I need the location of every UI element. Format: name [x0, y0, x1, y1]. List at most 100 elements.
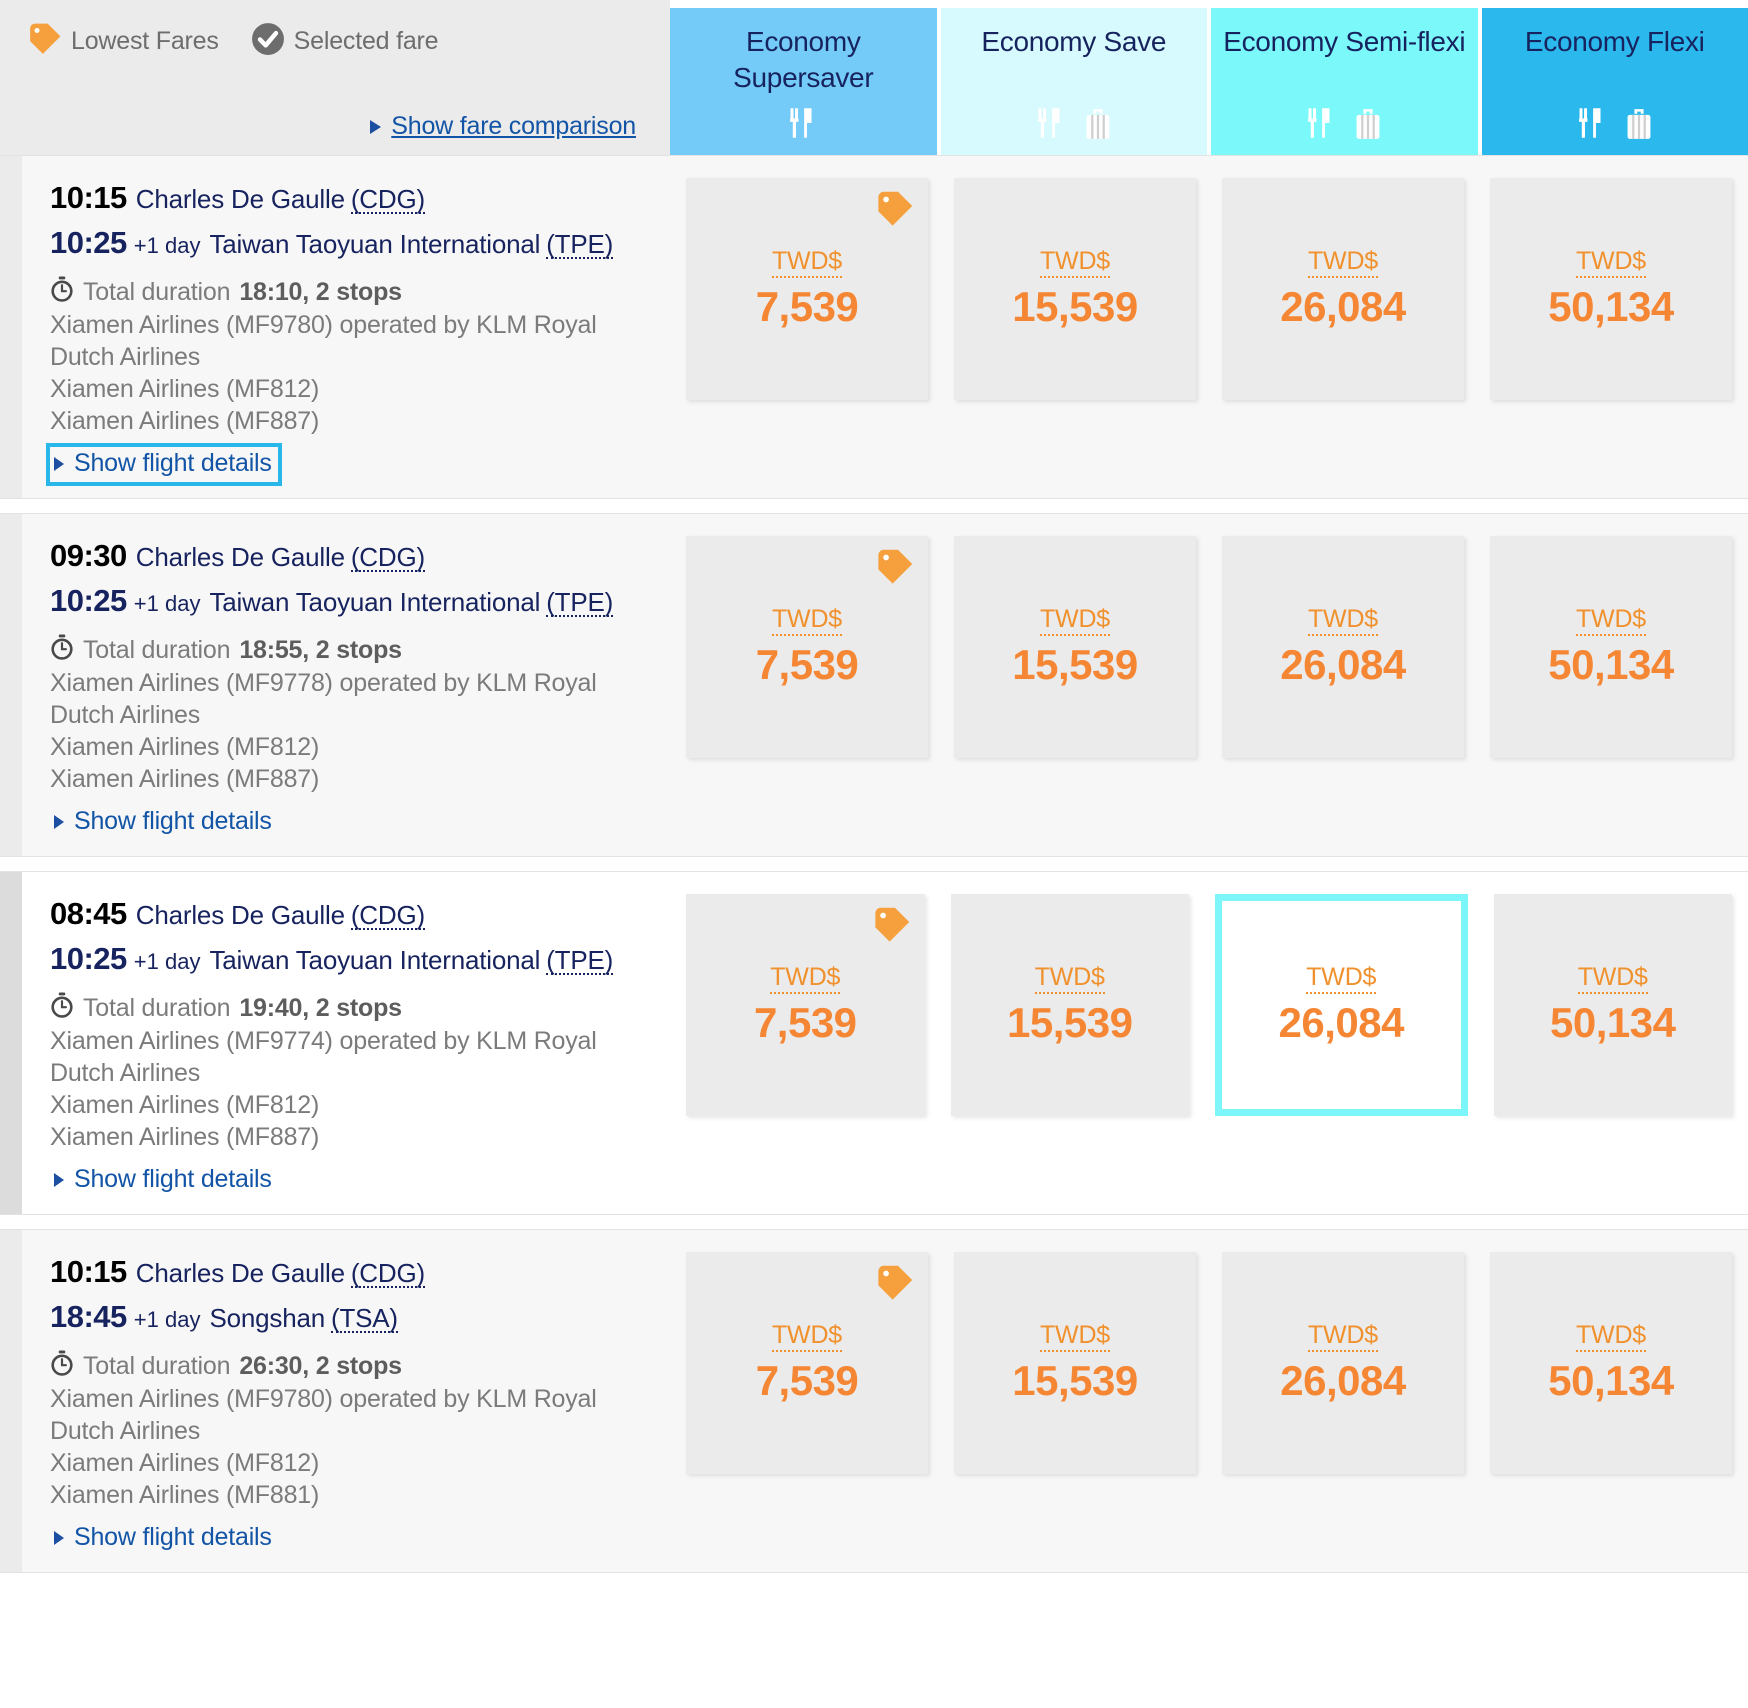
arrival-time: 10:25 — [50, 225, 127, 260]
fare-price-cell[interactable]: TWD$ 26,084 — [1222, 178, 1464, 400]
fare-column-header-3[interactable]: Economy Flexi — [1481, 8, 1748, 155]
fare-column-header-0[interactable]: Economy Supersaver — [670, 8, 937, 155]
departure-time: 10:15 — [50, 1254, 127, 1289]
fare-column-title: Economy Flexi — [1524, 26, 1705, 57]
show-flight-details-label: Show flight details — [74, 449, 272, 477]
airline-segment-label: Xiamen Airlines (MF812) — [50, 733, 320, 761]
triangle-right-icon — [54, 1172, 64, 1187]
currency-label: TWD$ — [1039, 1321, 1110, 1352]
currency-label: TWD$ — [1307, 1321, 1378, 1352]
fare-price-cell[interactable]: TWD$ 7,539 — [686, 894, 925, 1116]
arrival-line: 10:25 +1 day Taiwan Taoyuan International(… — [50, 585, 660, 617]
price-tag-icon — [28, 22, 62, 61]
show-flight-details-button[interactable]: Show flight details — [50, 1163, 278, 1198]
meal-icon — [1577, 106, 1607, 145]
fare-price-cell[interactable]: TWD$ 50,134 — [1490, 1252, 1732, 1474]
departure-airport-code[interactable]: (CDG) — [350, 902, 425, 930]
duration-prefix-label: Total duration — [83, 994, 231, 1022]
fare-price-cell[interactable]: TWD$ 7,539 — [686, 536, 928, 758]
check-circle-icon — [251, 22, 285, 61]
total-duration-line: Total duration 18:10, 2 stops — [50, 276, 660, 309]
currency-label: TWD$ — [1039, 605, 1110, 636]
arrival-airport-code[interactable]: (TPE) — [546, 589, 613, 617]
duration-value: 19:40, 2 stops — [239, 994, 402, 1022]
flight-itinerary-info: 10:15 Charles De Gaulle (CDG) 18:45 +1 day So… — [22, 1230, 670, 1572]
row-selection-strip — [0, 514, 22, 856]
fare-column-amenity-icons — [670, 106, 937, 145]
meal-icon — [1036, 106, 1066, 145]
fare-price-cell[interactable]: TWD$ 26,084 — [1222, 536, 1464, 758]
show-flight-details-button[interactable]: Show flight details — [50, 805, 278, 840]
airline-segment-label: Xiamen Airlines (MF887) — [50, 407, 320, 435]
total-duration-line: Total duration 18:55, 2 stops — [50, 634, 660, 667]
duration-prefix-label: Total duration — [83, 278, 231, 306]
fare-column-amenity-icons — [1482, 106, 1748, 145]
fare-price-amount: 50,134 — [1550, 999, 1676, 1046]
fare-price-amount: 50,134 — [1548, 1357, 1674, 1404]
fare-price-cell[interactable]: TWD$ 50,134 — [1490, 178, 1732, 400]
fare-column-header-1[interactable]: Economy Save — [940, 8, 1207, 155]
fare-price-cell[interactable]: TWD$ 15,539 — [950, 894, 1189, 1116]
baggage-icon — [1354, 108, 1382, 145]
show-flight-details-button[interactable]: Show flight details — [50, 1521, 278, 1556]
currency-label: TWD$ — [771, 605, 842, 636]
fare-column-amenity-icons — [1211, 106, 1478, 145]
fare-price-cell[interactable]: TWD$ 26,084 — [1222, 1252, 1464, 1474]
fare-column-header-2[interactable]: Economy Semi-flexi — [1211, 8, 1478, 155]
arrival-airport-code[interactable]: (TPE) — [546, 947, 613, 975]
flight-row: 10:15 Charles De Gaulle (CDG) 10:25 +1 day Ta… — [0, 155, 1748, 499]
fare-price-amount: 7,539 — [755, 641, 859, 688]
arrival-line: 18:45 +1 day Songshan (TSA) — [50, 1301, 660, 1333]
legend-selected-fare: Selected fare — [251, 22, 439, 61]
meal-icon — [1306, 106, 1336, 145]
show-fare-comparison-button[interactable]: Show fare comparison — [370, 112, 636, 141]
airline-segment-label: Xiamen Airlines (MF9774) operated by KLM… — [50, 1027, 597, 1087]
fare-column-title: Economy Semi-flexi — [1223, 26, 1466, 57]
fare-price-cell[interactable]: TWD$ 26,084 — [1215, 894, 1468, 1116]
fare-price-cell[interactable]: TWD$ 50,134 — [1490, 536, 1732, 758]
show-flight-details-button[interactable]: Show flight details — [46, 443, 282, 486]
airline-segment-label: Xiamen Airlines (MF812) — [50, 375, 320, 403]
legend-row: Lowest Fares Selected fare — [28, 22, 636, 61]
currency-label: TWD$ — [1577, 963, 1648, 994]
airline-segment-label: Xiamen Airlines (MF881) — [50, 1481, 320, 1509]
departure-line: 10:15 Charles De Gaulle (CDG) — [50, 182, 660, 214]
fare-price-cell[interactable]: TWD$ 15,539 — [954, 178, 1196, 400]
stopwatch-icon — [50, 276, 74, 309]
departure-airport: Charles De Gaulle — [135, 542, 345, 572]
arrival-day-offset: +1 day — [133, 1307, 201, 1332]
airline-segment-label: Xiamen Airlines (MF887) — [50, 765, 320, 793]
flight-results-list: 10:15 Charles De Gaulle (CDG) 10:25 +1 day Ta… — [0, 155, 1748, 1587]
fare-price-cell[interactable]: TWD$ 50,134 — [1493, 894, 1732, 1116]
arrival-airport-code[interactable]: (TPE) — [546, 231, 613, 259]
arrival-airport-code[interactable]: (TSA) — [330, 1305, 398, 1333]
arrival-airport: Taiwan Taoyuan International — [209, 229, 541, 259]
flight-itinerary-info: 08:45 Charles De Gaulle (CDG) 10:25 +1 day Ta… — [22, 872, 670, 1214]
currency-label: TWD$ — [771, 247, 842, 278]
lowest-fare-tag-icon — [876, 548, 914, 591]
baggage-icon — [1625, 108, 1653, 145]
flight-row: 10:15 Charles De Gaulle (CDG) 18:45 +1 day So… — [0, 1229, 1748, 1573]
departure-airport-code[interactable]: (CDG) — [350, 186, 425, 214]
duration-value: 26:30, 2 stops — [239, 1352, 402, 1380]
fare-price-amount: 50,134 — [1548, 283, 1674, 330]
departure-airport-code[interactable]: (CDG) — [350, 1260, 425, 1288]
fare-price-cell[interactable]: TWD$ 15,539 — [954, 1252, 1196, 1474]
baggage-icon — [1084, 108, 1112, 145]
fare-price-cell[interactable]: TWD$ 7,539 — [686, 178, 928, 400]
fare-price-amount: 15,539 — [1012, 641, 1138, 688]
airline-segment-label: Xiamen Airlines (MF812) — [50, 1091, 320, 1119]
fare-price-cells: TWD$ 7,539 TWD$ 15,539 TWD$ 26,084 TWD$ 50,134 — [670, 872, 1748, 1214]
departure-airport-code[interactable]: (CDG) — [350, 544, 425, 572]
fare-price-amount: 26,084 — [1280, 1357, 1406, 1404]
currency-label: TWD$ — [1307, 605, 1378, 636]
stopwatch-icon — [50, 992, 74, 1025]
departure-time: 10:15 — [50, 180, 127, 215]
fare-price-cell[interactable]: TWD$ 15,539 — [954, 536, 1196, 758]
departure-time: 09:30 — [50, 538, 127, 573]
departure-airport: Charles De Gaulle — [135, 900, 345, 930]
departure-line: 08:45 Charles De Gaulle (CDG) — [50, 898, 660, 930]
fare-price-cells: TWD$ 7,539 TWD$ 15,539 TWD$ 26,084 TWD$ 50,134 — [670, 1230, 1748, 1572]
fare-price-cell[interactable]: TWD$ 7,539 — [686, 1252, 928, 1474]
stopwatch-icon — [50, 634, 74, 667]
